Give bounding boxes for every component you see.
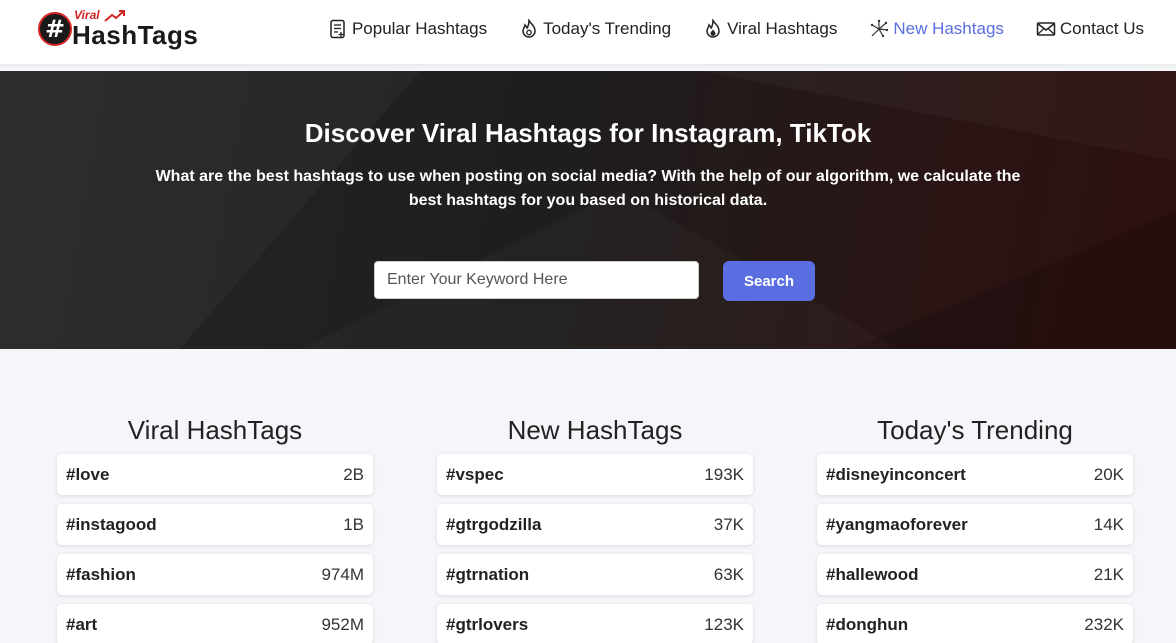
hash-badge-icon: #: [38, 12, 72, 46]
hashtag-name: #love: [66, 464, 110, 484]
hero-banner: Discover Viral Hashtags for Instagram, T…: [0, 71, 1176, 349]
site-header: # Viral HashTags Popular Hashtags Today'…: [0, 0, 1176, 64]
hashtag-row[interactable]: #gtrlovers 123K: [437, 604, 753, 643]
hashtag-count: 952M: [321, 614, 364, 634]
main-nav: Popular Hashtags Today's Trending Viral …: [296, 16, 1144, 42]
nav-label: Viral Hashtags: [727, 19, 838, 38]
hashtag-name: #disneyinconcert: [826, 464, 966, 484]
hashtag-row[interactable]: #instagood 1B: [57, 504, 373, 545]
column-title: Today's Trending: [877, 415, 1073, 445]
hashtag-count: 193K: [704, 464, 744, 484]
hashtag-name: #donghun: [826, 614, 909, 634]
hashtag-name: #fashion: [66, 564, 136, 584]
column-title: Viral HashTags: [127, 415, 303, 445]
hero-description: What are the best hashtags to use when p…: [155, 168, 1021, 209]
hashtag-row[interactable]: #hallewood 21K: [817, 554, 1133, 595]
viral-hashtags-column: Viral HashTags #love 2B #instagood 1B #fas…: [57, 412, 373, 643]
mail-icon: [1036, 22, 1056, 36]
hashtag-count: 20K: [1093, 464, 1124, 484]
fire-icon: [706, 19, 720, 38]
hashtag-row[interactable]: #love 2B: [57, 454, 373, 495]
hashtag-name: #gtrlovers: [446, 614, 529, 634]
todays-trending-column: Today's Trending #disneyinconcert 20K #ya…: [817, 412, 1133, 643]
hashtag-count: 63K: [713, 564, 744, 584]
hashtag-row[interactable]: #disneyinconcert 20K: [817, 454, 1133, 495]
hashtag-count: 123K: [704, 614, 744, 634]
keyword-search-input[interactable]: [374, 261, 699, 299]
search-button[interactable]: Search: [723, 261, 815, 301]
hashtag-count: 974M: [321, 564, 364, 584]
nav-label: Contact Us: [1059, 19, 1144, 38]
hashtag-name: #vspec: [446, 464, 504, 484]
nav-label: Popular Hashtags: [351, 19, 488, 38]
hashtag-name: #hallewood: [826, 564, 919, 584]
hashtag-count: 1B: [343, 514, 364, 534]
hashtag-name: #gtrnation: [446, 564, 530, 584]
hashtag-count: 21K: [1093, 564, 1124, 584]
nav-label: Today's Trending: [543, 19, 672, 38]
nav-label: New Hashtags: [893, 19, 1004, 38]
hashtag-row[interactable]: #art 952M: [57, 604, 373, 643]
document-icon: [330, 19, 345, 39]
hashtag-name: #art: [66, 614, 98, 634]
hashtag-name: #gtrgodzilla: [446, 514, 542, 534]
hero-title: Discover Viral Hashtags for Instagram, T…: [304, 118, 872, 148]
new-hashtags-column: New HashTags #vspec 193K #gtrgodzilla 37K …: [437, 412, 753, 643]
sparkle-icon: [871, 19, 889, 38]
hashtag-count: 2B: [343, 464, 364, 484]
hashtag-count: 37K: [713, 514, 744, 534]
hashtag-row[interactable]: #vspec 193K: [437, 454, 753, 495]
hashtag-name: #yangmaoforever: [826, 514, 968, 534]
site-logo[interactable]: # Viral HashTags: [38, 8, 198, 50]
nav-new-hashtags[interactable]: New Hashtags: [869, 19, 1004, 39]
nav-contact-us[interactable]: Contact Us: [1036, 19, 1144, 39]
hashtag-count: 232K: [1084, 614, 1124, 634]
hashtag-row[interactable]: #donghun 232K: [817, 604, 1133, 643]
logo-text: HashTags: [72, 20, 199, 50]
hashtag-row[interactable]: #gtrgodzilla 37K: [437, 504, 753, 545]
hashtag-row[interactable]: #yangmaoforever 14K: [817, 504, 1133, 545]
nav-todays-trending[interactable]: Today's Trending: [519, 19, 671, 39]
column-title: New HashTags: [507, 415, 683, 445]
nav-viral-hashtags[interactable]: Viral Hashtags: [703, 19, 837, 39]
hashtag-count: 14K: [1093, 514, 1124, 534]
hashtag-name: #instagood: [66, 514, 157, 534]
hashtag-row[interactable]: #fashion 974M: [57, 554, 373, 595]
hashtag-row[interactable]: #gtrnation 63K: [437, 554, 753, 595]
flame-icon: [522, 19, 536, 38]
nav-popular-hashtags[interactable]: Popular Hashtags: [328, 19, 487, 39]
